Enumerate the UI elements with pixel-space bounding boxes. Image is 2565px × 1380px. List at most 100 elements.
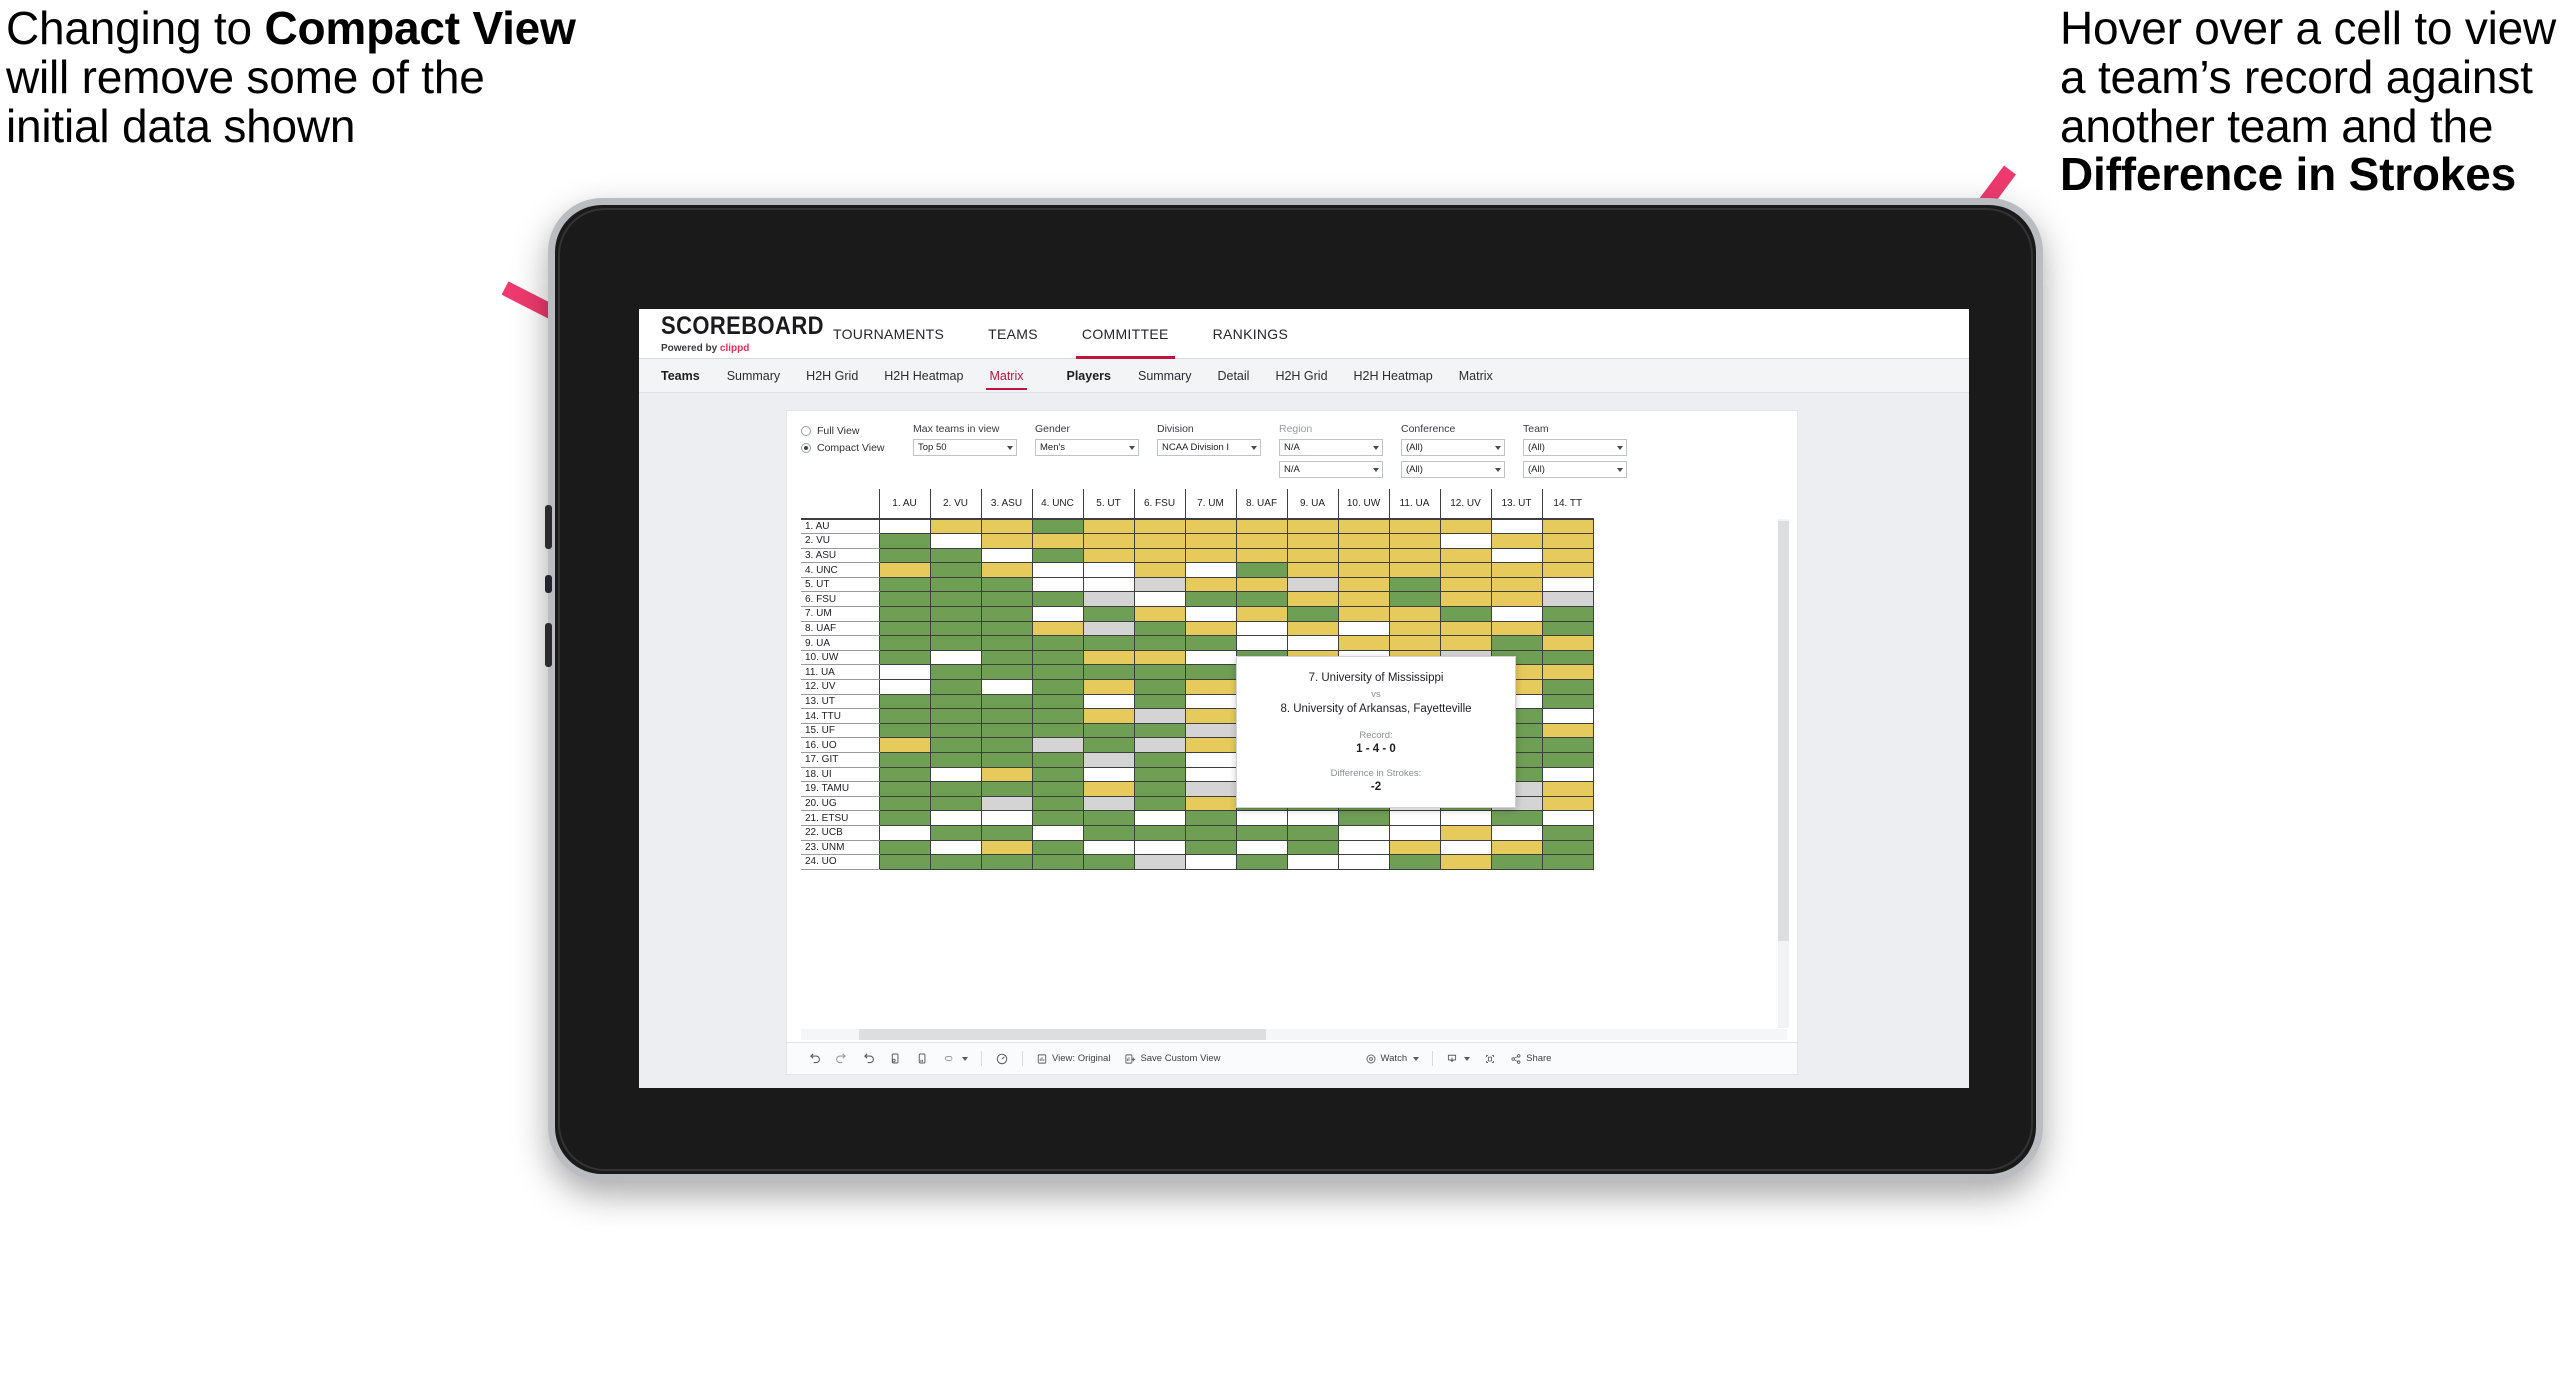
matrix-cell[interactable] xyxy=(1490,824,1543,841)
matrix-cell[interactable] xyxy=(1337,839,1390,856)
matrix-cell[interactable] xyxy=(1031,606,1084,622)
matrix-cell[interactable] xyxy=(980,679,1033,695)
matrix-cell[interactable] xyxy=(1541,781,1594,797)
matrix-cell[interactable] xyxy=(980,562,1033,578)
matrix-cell[interactable] xyxy=(878,576,931,593)
matrix-cell[interactable] xyxy=(1439,810,1492,826)
matrix-cell[interactable] xyxy=(929,679,982,695)
matrix-cell[interactable] xyxy=(1184,795,1237,812)
matrix-cell[interactable] xyxy=(1337,533,1390,549)
matrix-cell[interactable] xyxy=(878,839,931,856)
matrix-cell[interactable] xyxy=(1439,518,1492,535)
matrix-cell[interactable] xyxy=(1184,824,1237,841)
filter-team-select-2[interactable]: (All) xyxy=(1523,461,1627,478)
matrix-cell[interactable] xyxy=(1439,562,1492,578)
matrix-cell[interactable] xyxy=(1286,635,1339,651)
matrix-cell[interactable] xyxy=(878,708,931,724)
matrix-column-header[interactable]: 13. UT xyxy=(1490,489,1542,520)
matrix-cell[interactable] xyxy=(1031,752,1084,768)
matrix-row-header[interactable]: 22. UCB xyxy=(801,825,879,841)
subnav-players-matrix[interactable]: Matrix xyxy=(1446,359,1506,393)
matrix-cell[interactable] xyxy=(878,795,931,812)
subnav-players-h2h-grid[interactable]: H2H Grid xyxy=(1262,359,1340,393)
matrix-cell[interactable] xyxy=(1184,781,1237,797)
matrix-cell[interactable] xyxy=(980,664,1033,681)
matrix-row-header[interactable]: 16. UO xyxy=(801,737,879,753)
matrix-cell[interactable] xyxy=(1388,839,1441,856)
matrix-cell[interactable] xyxy=(1235,620,1288,637)
matrix-cell[interactable] xyxy=(1388,562,1441,578)
matrix-cell[interactable] xyxy=(1235,839,1288,856)
matrix-cell[interactable] xyxy=(1541,664,1594,681)
matrix-cell[interactable] xyxy=(980,649,1033,666)
matrix-cell[interactable] xyxy=(1541,620,1594,637)
matrix-cell[interactable] xyxy=(878,766,931,783)
matrix-cell[interactable] xyxy=(1490,518,1543,535)
radio-compact-view[interactable]: Compact View xyxy=(801,442,913,454)
matrix-cell[interactable] xyxy=(1337,562,1390,578)
matrix-cell[interactable] xyxy=(1490,562,1543,578)
matrix-cell[interactable] xyxy=(1541,547,1594,564)
topnav-rankings[interactable]: RANKINGS xyxy=(1191,309,1311,359)
matrix-cell[interactable] xyxy=(929,620,982,637)
matrix-cell[interactable] xyxy=(929,737,982,753)
matrix-cell[interactable] xyxy=(929,824,982,841)
matrix-cell[interactable] xyxy=(1031,854,1084,870)
matrix-cell[interactable] xyxy=(1490,576,1543,593)
matrix-cell[interactable] xyxy=(1235,518,1288,535)
matrix-cell[interactable] xyxy=(929,518,982,535)
matrix-cell[interactable] xyxy=(1082,547,1135,564)
matrix-cell[interactable] xyxy=(1133,854,1186,870)
matrix-cell[interactable] xyxy=(929,708,982,724)
matrix-cell[interactable] xyxy=(1184,693,1237,710)
fullscreen-button[interactable] xyxy=(1477,1043,1503,1075)
matrix-row-header[interactable]: 8. UAF xyxy=(801,621,879,637)
matrix-cell[interactable] xyxy=(1184,752,1237,768)
matrix-cell[interactable] xyxy=(878,533,931,549)
matrix-cell[interactable] xyxy=(878,664,931,681)
matrix-cell[interactable] xyxy=(1235,562,1288,578)
matrix-row-header[interactable]: 7. UM xyxy=(801,606,879,622)
subnav-teams-h2h-heatmap[interactable]: H2H Heatmap xyxy=(871,359,976,393)
matrix-cell[interactable] xyxy=(1337,547,1390,564)
matrix-cell[interactable] xyxy=(878,752,931,768)
matrix-cell[interactable] xyxy=(1031,839,1084,856)
matrix-cell[interactable] xyxy=(980,533,1033,549)
matrix-cell[interactable] xyxy=(1184,547,1237,564)
matrix-cell[interactable] xyxy=(1082,810,1135,826)
matrix-cell[interactable] xyxy=(1490,606,1543,622)
matrix-row-header[interactable]: 15. UF xyxy=(801,723,879,739)
matrix-cell[interactable] xyxy=(1031,810,1084,826)
matrix-cell[interactable] xyxy=(1337,591,1390,608)
matrix-cell[interactable] xyxy=(1133,576,1186,593)
filter-conference-select-2[interactable]: (All) xyxy=(1401,461,1505,478)
revert-button[interactable] xyxy=(855,1043,882,1075)
matrix-cell[interactable] xyxy=(1541,752,1594,768)
matrix-cell[interactable] xyxy=(1184,839,1237,856)
matrix-cell[interactable] xyxy=(1082,737,1135,753)
topnav-teams[interactable]: TEAMS xyxy=(966,309,1060,359)
filter-team-select-1[interactable]: (All) xyxy=(1523,439,1627,456)
matrix-cell[interactable] xyxy=(878,518,931,535)
matrix-cell[interactable] xyxy=(1541,635,1594,651)
matrix-cell[interactable] xyxy=(1031,635,1084,651)
matrix-cell[interactable] xyxy=(1031,795,1084,812)
matrix-row-header[interactable]: 24. UO xyxy=(801,854,879,870)
matrix-row-header[interactable]: 10. UW xyxy=(801,650,879,666)
matrix-cell[interactable] xyxy=(929,533,982,549)
matrix-cell[interactable] xyxy=(929,839,982,856)
matrix-cell[interactable] xyxy=(1541,708,1594,724)
matrix-cell[interactable] xyxy=(1235,635,1288,651)
matrix-cell[interactable] xyxy=(1541,854,1594,870)
matrix-cell[interactable] xyxy=(1490,839,1543,856)
matrix-cell[interactable] xyxy=(1133,606,1186,622)
matrix-cell[interactable] xyxy=(1031,576,1084,593)
matrix-column-header[interactable]: 11. UA xyxy=(1388,489,1440,520)
matrix-cell[interactable] xyxy=(980,781,1033,797)
matrix-cell[interactable] xyxy=(980,518,1033,535)
matrix-cell[interactable] xyxy=(1286,854,1339,870)
share-button[interactable]: Share xyxy=(1503,1043,1558,1075)
view-mode-radio-group[interactable]: Full View Compact View xyxy=(801,423,913,459)
matrix-cell[interactable] xyxy=(1082,576,1135,593)
matrix-cell[interactable] xyxy=(1388,576,1441,593)
